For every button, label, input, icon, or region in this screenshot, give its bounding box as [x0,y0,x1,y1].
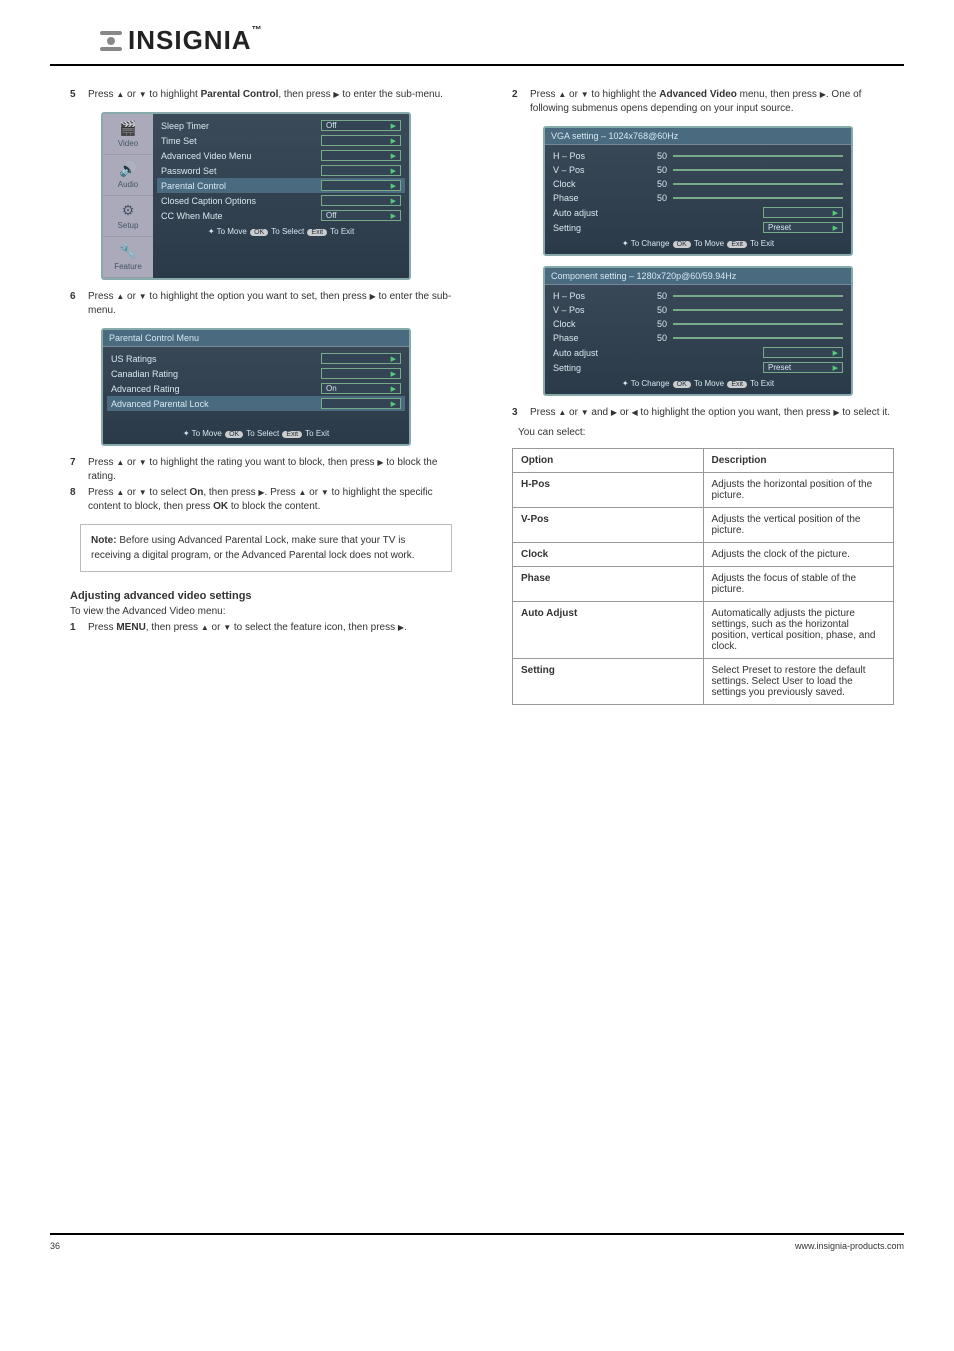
step-number: 6 [70,290,82,318]
down-arrow-icon [223,622,231,633]
column-left: 5 Press or to highlight Parental Control… [50,86,462,713]
section-heading: Adjusting advanced video settings [70,590,462,602]
arrow-icon [391,399,396,408]
arrow-icon [391,369,396,378]
arrow-icon [391,384,396,393]
arrow-icon [391,196,396,205]
step-6: 6 Press or to highlight the option you w… [70,290,462,318]
feature-category-icon: 🔧Feature [103,237,153,278]
osd-row: Clock50 [549,317,847,331]
osd-row: H – Pos50 [549,149,847,163]
logo-mark [100,31,122,51]
step-number: 1 [70,621,82,635]
down-arrow-icon [139,457,147,468]
step-number: 3 [512,406,524,420]
table-row: V-PosAdjusts the vertical position of th… [513,508,894,543]
down-arrow-icon [321,487,329,498]
down-arrow-icon [139,291,147,302]
osd-row: Phase50 [549,191,847,205]
osd-row: Time Set [157,133,405,148]
down-arrow-icon [139,487,147,498]
osd-header: VGA setting – 1024x768@60Hz [545,128,851,145]
osd-row: Advanced RatingOn [107,381,405,396]
arrow-icon [391,181,396,190]
osd-row: Auto adjust [549,205,847,220]
arrow-icon [391,121,396,130]
down-arrow-icon [581,89,589,100]
note-box: Note: Before using Advanced Parental Loc… [80,524,452,572]
osd-row: SettingPreset [549,220,847,235]
osd-row: Sleep TimerOff [157,118,405,133]
osd-component-setting: Component setting – 1280x720p@60/59.94Hz… [543,266,853,396]
step-number: 5 [70,88,82,102]
step-number: 8 [70,486,82,514]
page-number: 36 [50,1241,60,1251]
osd-feature-menu: 🎬Video 🔊Audio ⚙Setup 🔧Feature Sleep Time… [101,112,411,280]
audio-category-icon: 🔊Audio [103,155,153,196]
arrow-icon [391,354,396,363]
up-arrow-icon [201,622,209,633]
footer-url: www.insignia-products.com [795,1241,904,1251]
osd-row-highlighted: Advanced Parental Lock [107,396,405,411]
arrow-icon [833,363,838,372]
table-row: SettingSelect Preset to restore the defa… [513,659,894,705]
osd-category-icons: 🎬Video 🔊Audio ⚙Setup 🔧Feature [103,114,153,278]
osd-row: V – Pos50 [549,163,847,177]
step-2-right: 2 Press or to highlight the Advanced Vid… [512,88,904,116]
arrow-icon [391,211,396,220]
arrow-icon [391,136,396,145]
osd-row: US Ratings [107,351,405,366]
table-row: Auto AdjustAutomatically adjusts the pic… [513,602,894,659]
step-8: 8 Press or to select On, then press . Pr… [70,486,462,514]
osd-controls-hint: ✦ To Move OK To Select Exit To Exit [157,223,405,238]
table-row: ClockAdjusts the clock of the picture. [513,543,894,567]
arrow-icon [833,348,838,357]
osd-controls-hint: ✦ To Change OK To Move Exit To Exit [549,375,847,390]
osd-row: Clock50 [549,177,847,191]
osd-row: CC When MuteOff [157,208,405,223]
osd-row: V – Pos50 [549,303,847,317]
th-option: Option [513,449,704,473]
osd-row: SettingPreset [549,360,847,375]
arrow-icon [833,223,838,232]
down-arrow-icon [139,89,147,100]
osd-parental-menu: Parental Control Menu US Ratings Canadia… [101,328,411,446]
brand-header: INSIGNIA™ [50,0,904,66]
step-3-right: 3 Press or and or to highlight the optio… [512,406,904,420]
footer: 36 www.insignia-products.com [50,1233,904,1251]
osd-row: Phase50 [549,331,847,345]
osd-controls-hint: ✦ To Move OK To Select Exit To Exit [107,425,405,440]
step-1-advanced: 1 Press MENU, then press or to select th… [70,621,462,635]
down-arrow-icon [581,407,589,418]
osd-row: Password Set [157,163,405,178]
osd-controls-hint: ✦ To Change OK To Move Exit To Exit [549,235,847,250]
step-number: 2 [512,88,524,116]
osd-header: Parental Control Menu [103,330,409,347]
arrow-icon [391,151,396,160]
section-sub: To view the Advanced Video menu: [70,606,462,617]
osd-row: Closed Caption Options [157,193,405,208]
logo-text: INSIGNIA™ [128,25,263,56]
column-right: 2 Press or to highlight the Advanced Vid… [492,86,904,713]
osd-row: Auto adjust [549,345,847,360]
osd-row: Canadian Rating [107,366,405,381]
setup-category-icon: ⚙Setup [103,196,153,237]
step-5: 5 Press or to highlight Parental Control… [70,88,462,102]
osd-row-highlighted: Parental Control [157,178,405,193]
table-row: PhaseAdjusts the focus of stable of the … [513,567,894,602]
osd-header: Component setting – 1280x720p@60/59.94Hz [545,268,851,285]
osd-row: Advanced Video Menu [157,148,405,163]
arrow-icon [833,208,838,217]
osd-vga-setting: VGA setting – 1024x768@60Hz H – Pos50 V … [543,126,853,256]
table-row: H-PosAdjusts the horizontal position of … [513,473,894,508]
th-description: Description [703,449,894,473]
step-number: 7 [70,456,82,484]
osd-row: H – Pos50 [549,289,847,303]
step-7: 7 Press or to highlight the rating you w… [70,456,462,484]
arrow-icon [391,166,396,175]
table-intro: You can select: [512,426,904,440]
options-table: OptionDescription H-PosAdjusts the horiz… [512,448,894,705]
video-category-icon: 🎬Video [103,114,153,155]
